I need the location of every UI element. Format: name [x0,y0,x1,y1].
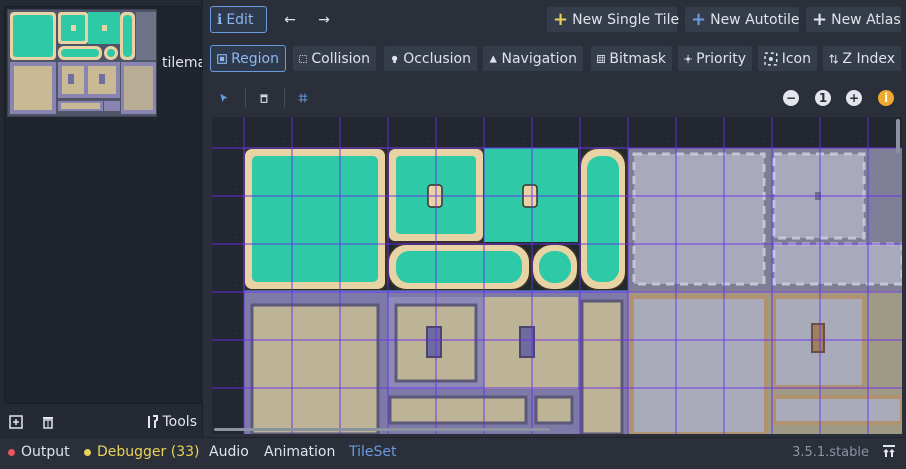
tab-icon[interactable]: Icon [757,45,818,72]
new-single-tile-button[interactable]: + New Single Tile [546,6,680,33]
tab-collision[interactable]: Collision [292,45,377,72]
new-atlas-label: New Atlas [831,11,901,28]
tab-priority[interactable]: Priority [677,45,753,72]
tools-label: Tools [162,414,198,430]
zoom-reset-button[interactable]: 1 [815,90,831,106]
trash-icon [43,417,53,429]
pencil-icon: ℹ [217,11,223,28]
tileset-tab[interactable]: TileSet [349,444,397,460]
region-icon [217,53,227,64]
tileset-label: TileSet [349,444,397,460]
zoom-in-icon: + [848,91,860,105]
tile-list[interactable]: tilema [4,6,202,404]
debugger-tab[interactable]: Debugger (33) [84,444,199,460]
tileset-name: tilema [162,55,202,71]
back-button[interactable]: ← [278,6,302,33]
info-icon: i [883,91,889,105]
zoom-reset-label: 1 [818,91,828,105]
tileset-texture [212,117,902,434]
tab-navigation-label: Navigation [501,50,577,67]
tileset-canvas[interactable] [212,117,902,434]
new-atlas-button[interactable]: + New Atlas [805,6,902,33]
bottom-panel-bar: Output Debugger (33) Audio Animation Til… [0,437,906,469]
tab-collision-label: Collision [311,50,370,67]
tools-icon [147,415,158,428]
delete-tile-button[interactable] [252,84,276,111]
select-tool-button[interactable] [212,84,236,111]
occlusion-icon [391,55,398,63]
plus-icon: + [691,9,707,30]
tile-list-panel: tilema Tools [0,0,203,437]
version-label: 3.5.1.stable [792,445,869,460]
tab-icon-label: Icon [781,50,811,67]
snap-grid-button[interactable] [291,84,315,111]
plus-icon: + [812,9,828,30]
vertical-scrollbar[interactable] [896,119,900,153]
tab-priority-label: Priority [696,50,746,67]
navigation-icon [489,54,497,63]
animation-label: Animation [264,444,336,460]
tab-region[interactable]: Region [210,45,286,72]
new-autotile-button[interactable]: + New Autotile [684,6,800,33]
zoom-in-button[interactable]: + [846,90,862,106]
tools-button[interactable]: Tools [145,412,198,432]
output-label: Output [21,444,70,460]
tab-bitmask[interactable]: Bitmask [590,45,673,72]
audio-label: Audio [209,444,249,460]
animation-tab[interactable]: Animation [264,444,335,460]
grid-icon [298,93,308,102]
horizontal-scrollbar[interactable] [214,428,550,431]
arrow-left-icon: ← [284,11,296,28]
plus-icon: + [553,9,569,30]
tileset-toolbar-top: ℹ Edit ← → + New Single Tile + New Autot… [208,4,906,36]
debugger-label: Debugger (33) [97,444,200,460]
tab-occlusion-label: Occlusion [403,50,471,67]
pin-icon [883,445,895,457]
tab-bitmask-label: Bitmask [609,50,666,67]
pin-panel-button[interactable] [882,444,896,462]
priority-icon [684,54,693,63]
tileset-thumbnail-image [8,10,156,116]
icon-icon [764,51,778,66]
toolbar-divider [284,88,285,108]
zindex-icon [829,53,839,64]
audio-tab[interactable]: Audio [209,444,249,460]
new-single-tile-label: New Single Tile [572,11,680,28]
error-dot-icon [8,448,15,456]
edit-label: Edit [226,11,254,28]
arrow-right-icon: → [318,11,330,28]
zoom-out-icon: − [785,91,797,105]
tab-z-index-label: Z Index [842,50,895,67]
tileset-thumbnail[interactable] [7,9,157,117]
warning-dot-icon [84,448,91,456]
add-icon [9,415,23,429]
mode-tabs: Region Collision Occlusion Navigation Bi… [208,43,906,75]
tab-occlusion[interactable]: Occlusion [383,45,478,72]
tab-region-label: Region [231,50,279,67]
tab-navigation[interactable]: Navigation [482,45,584,72]
toolbar-divider [245,88,246,108]
remove-texture-button[interactable] [38,412,58,432]
forward-button[interactable]: → [312,6,336,33]
edit-button[interactable]: ℹ Edit [210,6,267,33]
tab-z-index[interactable]: Z Index [822,45,902,72]
collision-icon [299,54,308,63]
trash-icon [260,93,268,103]
left-toolbar: Tools [0,408,203,436]
select-arrow-icon [220,93,228,102]
bitmask-icon [597,54,606,63]
canvas-toolbar: − 1 + i [208,82,906,114]
add-texture-button[interactable] [6,412,26,432]
new-autotile-label: New Autotile [710,11,800,28]
info-button[interactable]: i [878,90,894,106]
output-tab[interactable]: Output [8,444,70,460]
zoom-out-button[interactable]: − [783,90,799,106]
